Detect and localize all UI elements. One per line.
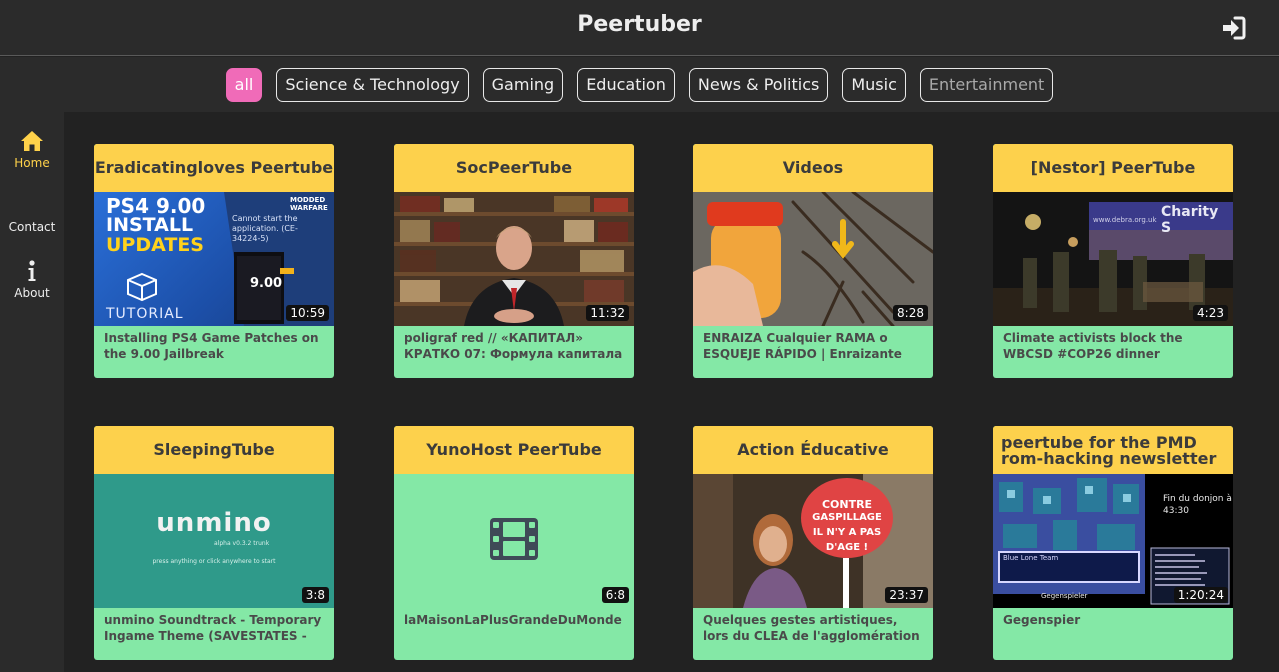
app-title: Peertuber [577, 12, 702, 37]
video-thumbnail[interactable]: Charity S www.debra.org.uk 4:23 [993, 192, 1233, 326]
thumb-text: Cannot start the application. (CE-34224-… [232, 214, 298, 243]
thumb-text: Gegenspieler [1041, 592, 1088, 600]
sidebar-item-label: Contact [8, 220, 56, 234]
instance-name: peertube for the PMD rom-hacking newslet… [993, 426, 1233, 474]
instance-name: SocPeerTube [394, 144, 634, 192]
thumb-text: MODDED WARFARE [290, 196, 328, 212]
video-title[interactable]: Gegenspier [993, 608, 1233, 644]
instance-name: SleepingTube [94, 426, 334, 474]
thumb-text: 43:30 [1163, 506, 1189, 516]
sidebar-item-label: Home [14, 156, 50, 170]
video-card[interactable]: YunoHost PeerTube 6:8 laMaisonLaPlusGran… [394, 426, 634, 660]
video-duration: 4:23 [1193, 305, 1228, 321]
category-gaming[interactable]: Gaming [482, 67, 564, 102]
thumb-text: INSTALL [106, 214, 194, 236]
video-title[interactable]: laMaisonLaPlusGrandeDuMonde [394, 608, 634, 644]
instance-name: Eradicatingloves Peertube [94, 144, 334, 192]
video-title[interactable]: Quelques gestes artistiques, lors du CLE… [693, 608, 933, 644]
info-icon [28, 260, 36, 281]
thumb-text: Blue Lone Team [1003, 554, 1059, 562]
video-thumbnail[interactable]: 8:28 [693, 192, 933, 326]
instance-name: YunoHost PeerTube [394, 426, 634, 474]
category-news-politics[interactable]: News & Politics [688, 67, 829, 102]
video-card[interactable]: SleepingTube unmino alpha v0.3.2 trunk p… [94, 426, 334, 660]
sidebar: Home Contact About [0, 112, 64, 672]
sign-in-icon[interactable] [1221, 15, 1247, 41]
instance-name: [Nestor] PeerTube [993, 144, 1233, 192]
category-education[interactable]: Education [577, 67, 675, 102]
category-entertainment[interactable]: Entertainment [919, 67, 1054, 102]
sidebar-item-home[interactable]: Home [0, 130, 64, 170]
thumb-text: Charity S [1161, 204, 1219, 236]
video-duration: 6:8 [601, 587, 629, 603]
thumb-text: unmino [156, 508, 272, 538]
video-thumbnail[interactable]: Fin du donjon à 43:30 Blue Lone Team Geg… [993, 474, 1233, 608]
thumb-text: CONTRE [821, 498, 873, 511]
category-science-technology[interactable]: Science & Technology [276, 67, 469, 102]
thumb-text: alpha v0.3.2 trunk [214, 540, 270, 547]
sidebar-item-contact[interactable]: Contact [0, 220, 64, 234]
video-thumbnail[interactable]: 6:8 [394, 474, 634, 608]
video-duration: 3:8 [301, 587, 329, 603]
video-duration: 11:32 [586, 305, 629, 321]
thumb-text: D'AGE ! [825, 542, 869, 553]
thumb-text: 9.00 [250, 276, 283, 291]
sidebar-item-label: About [14, 286, 50, 300]
thumb-text: IL N'Y A PAS [812, 527, 882, 538]
video-title[interactable]: ENRAIZA Cualquier RAMA o ESQUEJE RÁPIDO … [693, 326, 933, 362]
video-thumbnail[interactable]: 11:32 [394, 192, 634, 326]
category-music[interactable]: Music [842, 67, 906, 102]
video-card[interactable]: SocPeerTube 11:32 poligraf red // «КАПИТ… [394, 144, 634, 378]
thumb-text: GASPILLAGE [812, 512, 882, 523]
video-duration: 10:59 [286, 305, 329, 321]
video-card[interactable]: peertube for the PMD rom-hacking newslet… [993, 426, 1233, 660]
video-card[interactable]: [Nestor] PeerTube Charity S www.debra.or… [993, 144, 1233, 378]
video-title[interactable]: unmino Soundtrack - Temporary Ingame The… [94, 608, 334, 644]
video-duration: 1:20:24 [1173, 587, 1228, 603]
category-bar: all Science & Technology Gaming Educatio… [0, 57, 1279, 112]
thumb-text: TUTORIAL [106, 306, 184, 322]
video-duration: 23:37 [885, 587, 928, 603]
video-title[interactable]: poligraf red // «КАПИТАЛ» КРАТКО 07: Фор… [394, 326, 634, 362]
video-thumbnail[interactable]: PS4 9.00 INSTALL UPDATES TUTORIAL Cannot… [94, 192, 334, 326]
thumb-text: www.debra.org.uk [1093, 216, 1157, 224]
video-card[interactable]: Videos 8:28 ENRAIZA Cualquier RAMA o ESQ… [693, 144, 933, 378]
video-card[interactable]: Action Éducative CONTRE GASPILLAGE IL N'… [693, 426, 933, 660]
video-title[interactable]: Installing PS4 Game Patches on the 9.00 … [94, 326, 334, 362]
sidebar-item-about[interactable]: About [0, 260, 64, 300]
category-all[interactable]: all [225, 67, 263, 102]
video-duration: 8:28 [893, 305, 928, 321]
thumb-text: Fin du donjon à [1163, 494, 1232, 504]
video-thumbnail[interactable]: CONTRE GASPILLAGE IL N'Y A PAS D'AGE ! 2… [693, 474, 933, 608]
thumb-text: press anything or click anywhere to star… [152, 558, 276, 565]
video-thumbnail[interactable]: unmino alpha v0.3.2 trunk press anything… [94, 474, 334, 608]
thumb-text: UPDATES [106, 234, 204, 256]
instance-name: Videos [693, 144, 933, 192]
instance-name: Action Éducative [693, 426, 933, 474]
video-title[interactable]: Climate activists block the WBCSD #COP26… [993, 326, 1233, 362]
video-card[interactable]: Eradicatingloves Peertube PS4 9.00 INSTA… [94, 144, 334, 378]
home-icon [21, 131, 43, 151]
app-header: Peertuber [0, 0, 1279, 56]
film-icon [490, 518, 538, 560]
